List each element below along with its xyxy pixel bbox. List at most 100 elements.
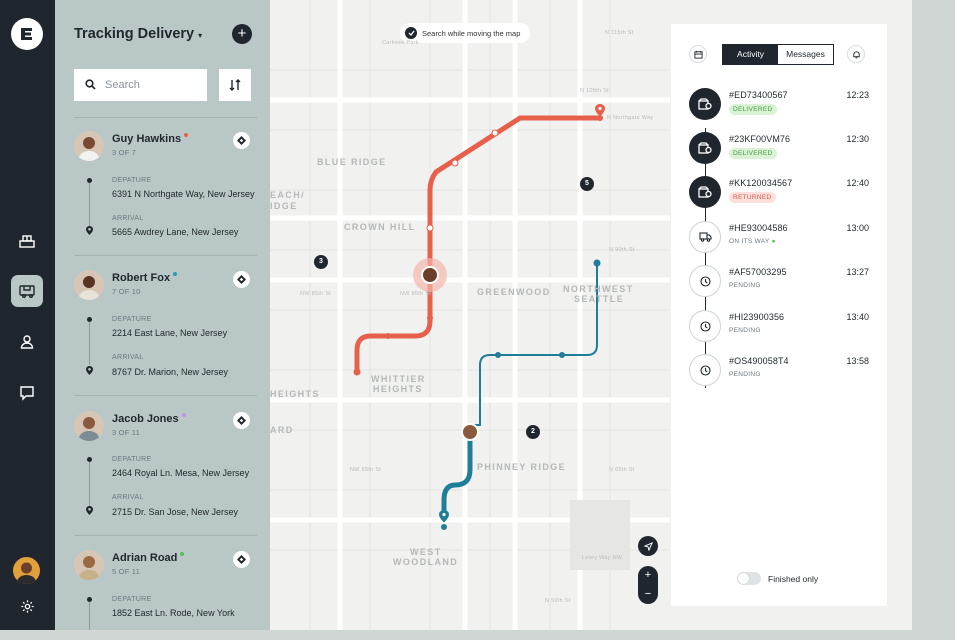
add-button[interactable]: +	[232, 24, 252, 44]
map-street: N 50th St	[545, 598, 571, 604]
courier-step: 3 OF 11	[112, 428, 140, 437]
departure-label: DEPATURE	[112, 596, 152, 603]
order-time: 12:40	[846, 178, 869, 188]
clock-icon	[689, 354, 721, 386]
map-neighborhood: GREENWOOD	[477, 287, 551, 297]
departure-label: DEPATURE	[112, 316, 152, 323]
map-neighborhood: EACH/	[270, 190, 306, 200]
search-while-moving-toggle[interactable]: Search while moving the map	[400, 23, 531, 43]
courier-name: Adrian Road	[112, 552, 185, 564]
timeline-line	[89, 183, 90, 226]
order-id: #AF57003295	[729, 267, 787, 277]
activity-item[interactable]: #AF57003295 13:27 PENDING	[689, 265, 869, 305]
courier-card[interactable]: Robert Fox 7 OF 10 DEPATURE 2214 East La…	[74, 270, 257, 390]
map-street: NW 85th St	[300, 291, 332, 297]
activity-item[interactable]: #KK120034567 12:40 RETURNED	[689, 176, 869, 216]
divider	[74, 117, 257, 118]
locate-button[interactable]	[233, 412, 250, 429]
status-badge: DELIVERED	[729, 104, 777, 115]
locate-button[interactable]	[233, 132, 250, 149]
activity-item[interactable]: #HE93004586 13:00 ON ITS WAY ●	[689, 221, 869, 261]
map-neighborhood: HEIGHTS	[373, 384, 423, 394]
route-line-red	[354, 115, 603, 375]
activity-item[interactable]: #OS490058T4 13:58 PENDING	[689, 354, 869, 394]
locate-me-button[interactable]	[638, 536, 658, 556]
map-street: Carkeek Park	[382, 40, 419, 46]
map-street: NW 65th St	[350, 467, 382, 473]
navigation-icon	[237, 136, 246, 145]
activity-item[interactable]: #23KF00VM76 12:30 DELIVERED	[689, 132, 869, 172]
order-time: 13:40	[846, 312, 869, 322]
courier-photo	[74, 550, 104, 580]
notifications-button[interactable]	[847, 45, 865, 63]
app-logo[interactable]	[11, 18, 43, 50]
map-street: N 90th St	[609, 247, 635, 253]
finished-only-toggle[interactable]	[737, 572, 761, 585]
map-neighborhood: WHITTIER	[371, 374, 426, 384]
tab-messages[interactable]: Messages	[778, 45, 833, 64]
map-cluster[interactable]: 3	[314, 255, 328, 269]
status-text: ON ITS WAY ●	[729, 238, 776, 245]
filter-button[interactable]	[219, 69, 251, 101]
status-badge: RETURNED	[729, 192, 776, 203]
courier-name: Guy Hawkins	[112, 133, 189, 145]
courier-card[interactable]: Adrian Road 5 OF 11 DEPATURE 1852 East L…	[74, 550, 257, 630]
map-neighborhood: ARD	[270, 425, 294, 435]
route-stop	[559, 352, 565, 358]
app-window: Tracking Delivery ▾ + Guy Hawkins 3 OF 7…	[0, 0, 955, 640]
courier-marker[interactable]	[421, 266, 439, 284]
status-badge: DELIVERED	[729, 148, 777, 159]
panel-title[interactable]: Tracking Delivery ▾	[74, 26, 202, 42]
navigation-icon	[237, 275, 246, 284]
order-time: 12:30	[846, 134, 869, 144]
zoom-control: + −	[638, 566, 658, 604]
box-icon[interactable]	[11, 225, 43, 257]
activity-item[interactable]: #HI23900356 13:40 PENDING	[689, 310, 869, 350]
order-id: #KK120034567	[729, 178, 793, 188]
user-icon[interactable]	[11, 326, 43, 358]
tab-activity[interactable]: Activity	[723, 45, 778, 64]
courier-name: Robert Fox	[112, 272, 178, 284]
courier-photo	[74, 411, 104, 441]
map-cluster[interactable]: 5	[580, 177, 594, 191]
status-dot	[173, 272, 178, 276]
order-time: 13:58	[846, 356, 869, 366]
courier-marker[interactable]	[461, 423, 479, 441]
locate-button[interactable]	[233, 551, 250, 568]
pin-icon	[86, 506, 93, 515]
order-time: 13:27	[846, 267, 869, 277]
map-neighborhood: WEST	[410, 547, 442, 557]
gear-icon[interactable]	[11, 590, 43, 622]
navigation-icon	[237, 416, 246, 425]
map-street: NW 85th St	[400, 291, 432, 297]
courier-card[interactable]: Guy Hawkins 3 OF 7 DEPATURE 6391 N North…	[74, 131, 257, 251]
calendar-button[interactable]	[689, 45, 707, 63]
route-stop	[426, 224, 434, 232]
chevron-down-icon: ▾	[198, 31, 203, 40]
map-street: N 65th St	[609, 467, 635, 473]
avatar[interactable]	[13, 557, 40, 584]
departure-address: 6391 N Northgate Way, New Jersey	[112, 189, 255, 199]
truck-icon[interactable]	[11, 275, 43, 307]
bell-icon	[852, 50, 860, 58]
courier-card[interactable]: Jacob Jones 3 OF 11 DEPATURE 2464 Royal …	[74, 411, 257, 531]
courier-photo	[74, 270, 104, 300]
map-neighborhood: PHINNEY RIDGE	[477, 462, 567, 472]
map-neighborhood: HEIGHTS	[270, 389, 320, 399]
map-neighborhood: CROWN HILL	[344, 222, 416, 232]
clock-icon	[689, 310, 721, 342]
arrival-address: 5665 Awdrey Lane, New Jersey	[112, 227, 239, 237]
chat-icon[interactable]	[11, 377, 43, 409]
locate-button[interactable]	[233, 271, 250, 288]
zoom-out-button[interactable]: −	[638, 585, 658, 604]
map-neighborhood: SEATTLE	[574, 294, 625, 304]
map-cluster[interactable]: 2	[526, 425, 540, 439]
route-stop	[427, 315, 433, 321]
courier-step: 7 OF 10	[112, 287, 141, 296]
sort-icon	[229, 79, 241, 91]
zoom-in-button[interactable]: +	[638, 566, 658, 585]
map-neighborhood: IDGE	[270, 201, 298, 211]
map-street: N Northgate Way	[607, 115, 654, 121]
courier-step: 3 OF 7	[112, 148, 137, 157]
activity-item[interactable]: #ED73400567 12:23 DELIVERED	[689, 88, 869, 128]
